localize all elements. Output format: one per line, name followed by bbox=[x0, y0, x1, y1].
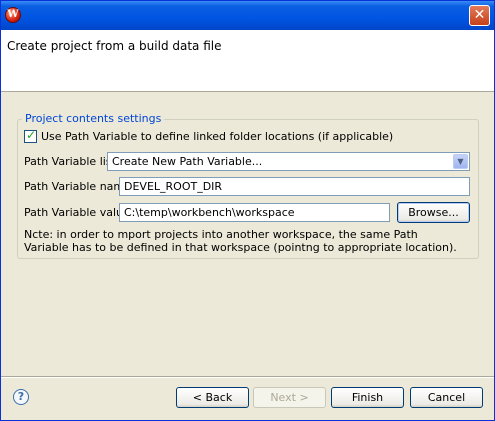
title-bar[interactable]: W ✕ bbox=[1, 1, 494, 30]
use-path-variable-checkbox[interactable]: ✓ bbox=[24, 128, 37, 143]
next-button[interactable]: Next > bbox=[253, 387, 326, 408]
wizard-banner: Create project from a build data file bbox=[1, 30, 494, 92]
use-path-variable-label: Use Path Variable to define linked folde… bbox=[41, 130, 394, 143]
chevron-down-icon[interactable]: ▼ bbox=[453, 154, 468, 169]
workspace-note: Ncte: in order to mport projects into an… bbox=[24, 228, 457, 254]
path-variable-list-label: Path Variable list bbox=[24, 155, 116, 168]
page-title: Create project from a build data file bbox=[7, 39, 222, 53]
path-variable-value-input[interactable]: C:\temp\workbench\workspace bbox=[119, 203, 390, 222]
checkmark-icon: ✓ bbox=[26, 128, 37, 142]
path-variable-name-input[interactable]: DEVEL_ROOT_DIR bbox=[119, 177, 470, 196]
path-variable-value-label: Path Variable value bbox=[24, 206, 130, 219]
browse-button[interactable]: Browse... bbox=[397, 202, 470, 223]
app-icon: W bbox=[5, 7, 21, 23]
close-button[interactable]: ✕ bbox=[469, 5, 490, 26]
close-icon: ✕ bbox=[473, 7, 486, 23]
dialog-window: W ✕ Create project from a build data fil… bbox=[0, 0, 495, 421]
group-legend: Project contents settings bbox=[22, 112, 165, 125]
path-variable-list-select[interactable]: Create New Path Variable... ▼ bbox=[107, 152, 470, 171]
footer-divider bbox=[1, 376, 494, 378]
finish-button[interactable]: Finish bbox=[331, 387, 404, 408]
back-button[interactable]: < Back bbox=[176, 387, 249, 408]
use-path-variable-row: ✓ Use Path Variable to define linked fol… bbox=[24, 128, 394, 143]
cancel-button[interactable]: Cancel bbox=[410, 387, 483, 408]
help-icon[interactable]: ? bbox=[13, 389, 29, 405]
path-variable-list-value: Create New Path Variable... bbox=[112, 155, 263, 168]
path-variable-name-label: Path Variable name bbox=[24, 180, 131, 193]
